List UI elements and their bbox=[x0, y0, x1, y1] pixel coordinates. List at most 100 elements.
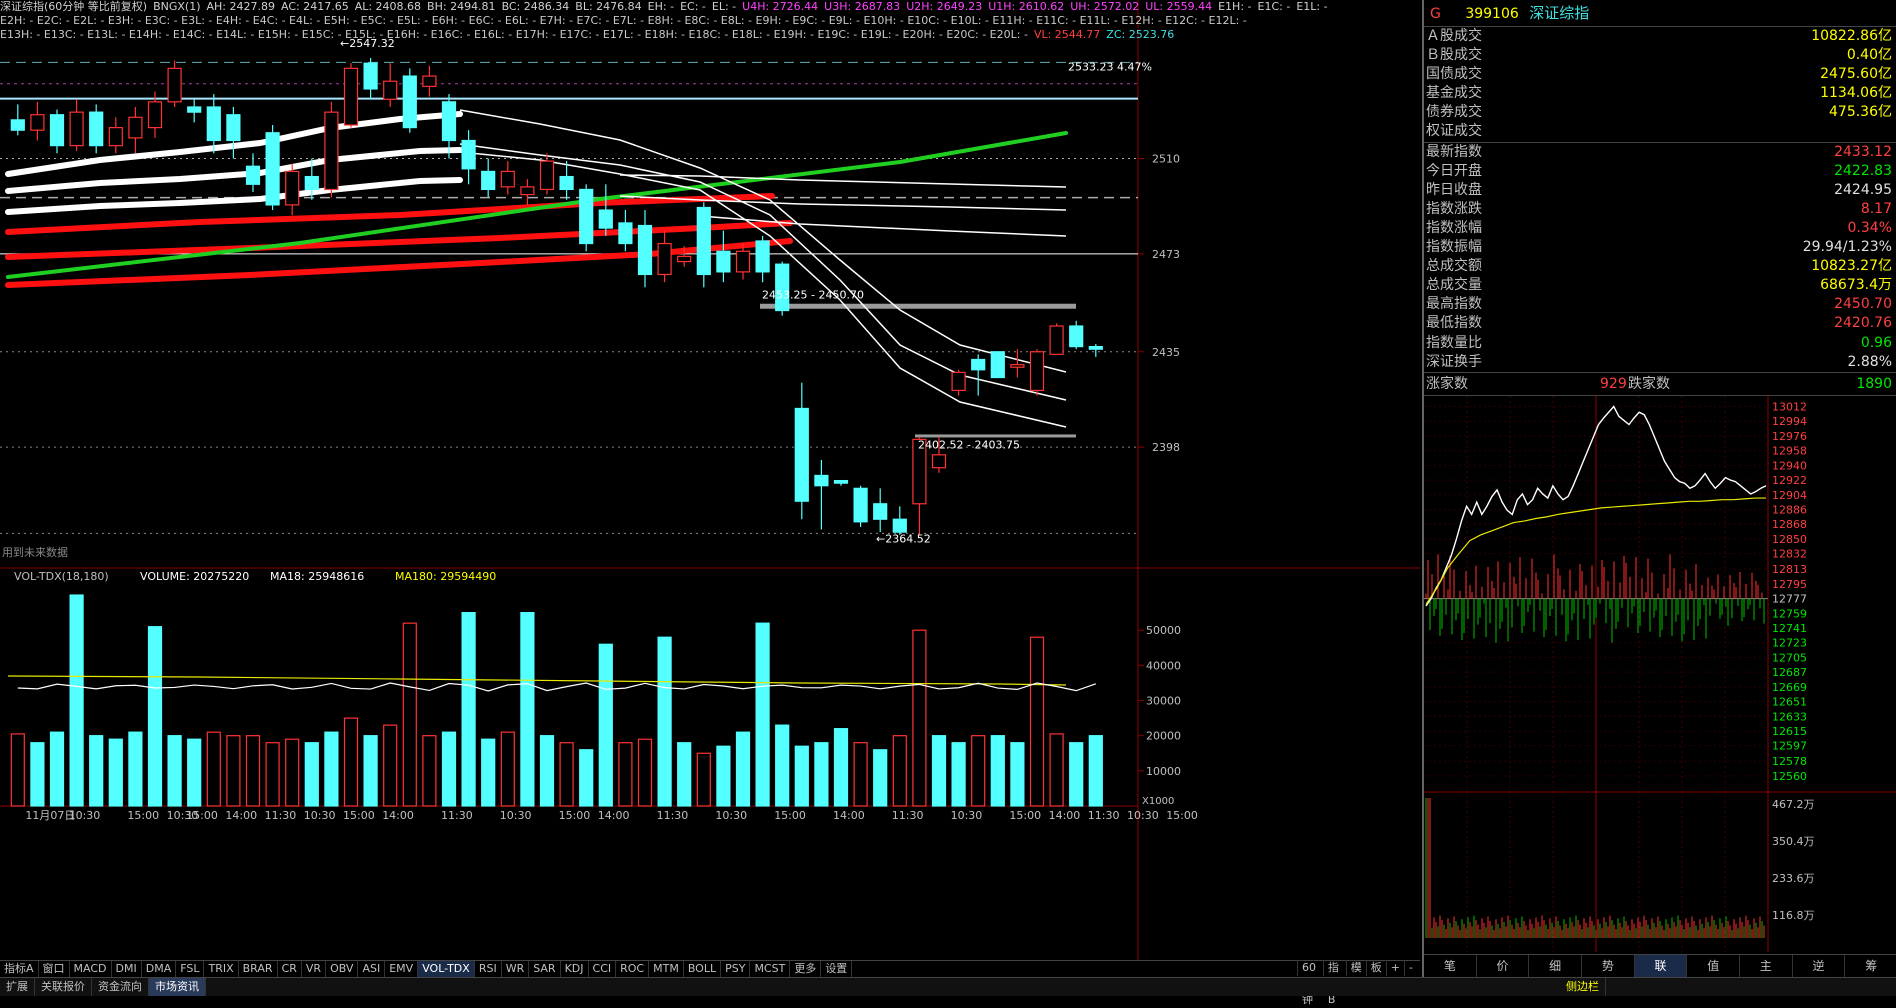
indicator-b-button[interactable]: 模 bbox=[1345, 960, 1366, 976]
sidebar-tab[interactable]: 主 bbox=[1740, 955, 1793, 977]
sidebar-tab[interactable]: 联 bbox=[1634, 955, 1688, 977]
indicator-tab[interactable]: EMV bbox=[385, 961, 419, 977]
volume-bar bbox=[422, 735, 437, 807]
candle-body bbox=[677, 255, 692, 263]
sidebar-tab[interactable]: 逆 bbox=[1793, 955, 1846, 977]
indicator-tab[interactable]: MACD bbox=[70, 961, 112, 977]
stat-row: 指数涨跌 8.17 bbox=[1424, 200, 1896, 219]
sidebar-tab[interactable]: 值 bbox=[1687, 955, 1741, 977]
indicator-tab[interactable]: MCST bbox=[750, 961, 791, 977]
indicator-tab[interactable]: 设置 bbox=[821, 961, 853, 977]
candle-body bbox=[10, 119, 25, 131]
header-field: EH: - bbox=[647, 0, 675, 13]
security-name[interactable]: 深证综指 bbox=[1529, 4, 1589, 22]
mini-y-tick: 13012 bbox=[1772, 401, 1807, 414]
indicator-tab[interactable]: KDJ bbox=[561, 961, 589, 977]
turnover-row-label: 基金成交 bbox=[1426, 85, 1482, 102]
volume-bar bbox=[304, 742, 319, 807]
y-tick-label: 2435 bbox=[1152, 346, 1180, 359]
sz-component-minute-chart[interactable]: 1301212994 12976 1295812940 12922 12904 12886… bbox=[1424, 396, 1896, 952]
volume-bar bbox=[206, 731, 221, 807]
sidebar-tab[interactable]: 筹 bbox=[1845, 955, 1896, 977]
indicator-tab[interactable]: PSY bbox=[721, 961, 751, 977]
x-tick-label: 11:30 bbox=[441, 809, 473, 822]
indicator-b-button[interactable]: - bbox=[1404, 960, 1417, 976]
zone-bar-upper bbox=[760, 303, 1076, 309]
indicator-tab[interactable]: RSI bbox=[475, 961, 502, 977]
indicator-b-button[interactable]: 指标B bbox=[1322, 960, 1346, 1006]
candle-body bbox=[971, 358, 986, 371]
header-field: BH: 2494.81 bbox=[427, 0, 496, 13]
volume-bar bbox=[794, 745, 809, 807]
header-field: E1H: - bbox=[1218, 0, 1252, 13]
mini-y-tick: 12723 bbox=[1772, 637, 1807, 650]
indicator-tab[interactable]: WR bbox=[502, 961, 530, 977]
side-bar-toggle[interactable]: 侧边栏 bbox=[1560, 978, 1606, 996]
sidebar-tab[interactable]: 笔 bbox=[1424, 955, 1477, 977]
candle-body bbox=[49, 114, 65, 147]
candle-body bbox=[245, 165, 261, 185]
indicator-tab[interactable]: 窗口 bbox=[39, 961, 70, 977]
zone1-label: 2453.25 - 2450.70 bbox=[762, 289, 864, 302]
candle-body bbox=[1029, 351, 1045, 392]
stat-row-label: 最新指数 bbox=[1426, 143, 1482, 160]
bottom-function-tab[interactable]: 关联报价 bbox=[35, 978, 92, 996]
volume-bar bbox=[363, 735, 378, 807]
indicator-tab[interactable]: TRIX bbox=[204, 961, 239, 977]
indicator-tab[interactable]: CR bbox=[278, 961, 302, 977]
header-field: AC: 2417.65 bbox=[281, 0, 349, 13]
bottom-function-tab[interactable]: 市场资讯 bbox=[149, 978, 206, 996]
turnover-row: 国债成交 2475.60亿 bbox=[1424, 65, 1896, 84]
indicator-tab[interactable]: MTM bbox=[649, 961, 684, 977]
indicator-tab[interactable]: VOL-TDX bbox=[418, 961, 475, 977]
indicator-tab[interactable]: OBV bbox=[326, 961, 359, 977]
candle-body bbox=[539, 160, 555, 191]
indicator-tab[interactable]: BRAR bbox=[239, 961, 278, 977]
indicator-b-button[interactable]: 板 bbox=[1365, 960, 1386, 976]
stat-row-value: 2.88% bbox=[1847, 353, 1892, 370]
stat-row: 深证换手 2.88% bbox=[1424, 353, 1896, 372]
main-chart[interactable]: 2510247324352398←2547.322533.23 4.47%245… bbox=[0, 0, 1420, 960]
volume-bar bbox=[441, 731, 457, 807]
indicator-tab[interactable]: DMI bbox=[112, 961, 142, 977]
candle-body bbox=[696, 206, 711, 276]
sidebar-tab[interactable]: 价 bbox=[1477, 955, 1530, 977]
candle-body bbox=[755, 240, 770, 273]
indicator-tab[interactable]: SAR bbox=[529, 961, 561, 977]
vol-tick-label: 40000 bbox=[1146, 659, 1181, 672]
indicator-b-button[interactable]: + bbox=[1385, 960, 1404, 976]
index-stats-list: 最新指数 2433.12 今日开盘 2422.83 昨日收盘 2424.95 指数涨跌 8.1… bbox=[1424, 143, 1896, 372]
indicator-tab[interactable]: CCI bbox=[589, 961, 617, 977]
indicator-tab[interactable]: ASI bbox=[358, 961, 386, 977]
security-code[interactable]: 399106 bbox=[1465, 6, 1518, 22]
turnover-row-value: 10822.86亿 bbox=[1811, 28, 1892, 44]
mini-y-tick: 12868 bbox=[1772, 518, 1807, 531]
volume-bar bbox=[951, 742, 966, 807]
indicator-tab[interactable]: 更多 bbox=[790, 961, 822, 977]
mini-y-tick: 12994 bbox=[1772, 415, 1807, 428]
bottom-function-tab[interactable]: 扩展 bbox=[0, 978, 35, 996]
candle-body bbox=[814, 474, 829, 487]
advance-count: 929 bbox=[1600, 375, 1627, 392]
volume-bar bbox=[912, 629, 927, 807]
candle-body bbox=[481, 170, 496, 191]
ma180-value: MA180: 29594490 bbox=[395, 570, 496, 583]
indicator-info-header: 深证综指(60分钟 等比前复权) BNGX(1) AH: 2427.89 AC: 24… bbox=[0, 0, 1420, 42]
sidebar-tab[interactable]: 势 bbox=[1582, 955, 1635, 977]
indicator-tab[interactable]: 指标A bbox=[0, 961, 39, 977]
indicator-tab[interactable]: BOLL bbox=[684, 961, 722, 977]
period-selector[interactable]: 60分钟 bbox=[1297, 960, 1323, 1006]
stat-row: 总成交量 68673.4万 bbox=[1424, 276, 1896, 295]
bottom-function-tab[interactable]: 资金流向 bbox=[92, 978, 149, 996]
indicator-tab[interactable]: ROC bbox=[616, 961, 650, 977]
vol-tick-label: 30000 bbox=[1146, 695, 1181, 708]
indicator-tab[interactable]: DMA bbox=[142, 961, 177, 977]
advance-decline-row: 涨家数 929 跌家数 1890 bbox=[1424, 371, 1896, 396]
indicator-tab[interactable]: VR bbox=[302, 961, 327, 977]
x-tick-label: 11:30 bbox=[892, 809, 924, 822]
indicator-tab[interactable]: FSL bbox=[176, 961, 205, 977]
volume-bar bbox=[853, 742, 868, 807]
volume-bar bbox=[147, 626, 163, 807]
mini-y-tick: 12904 bbox=[1772, 489, 1807, 502]
sidebar-tab[interactable]: 细 bbox=[1529, 955, 1583, 977]
